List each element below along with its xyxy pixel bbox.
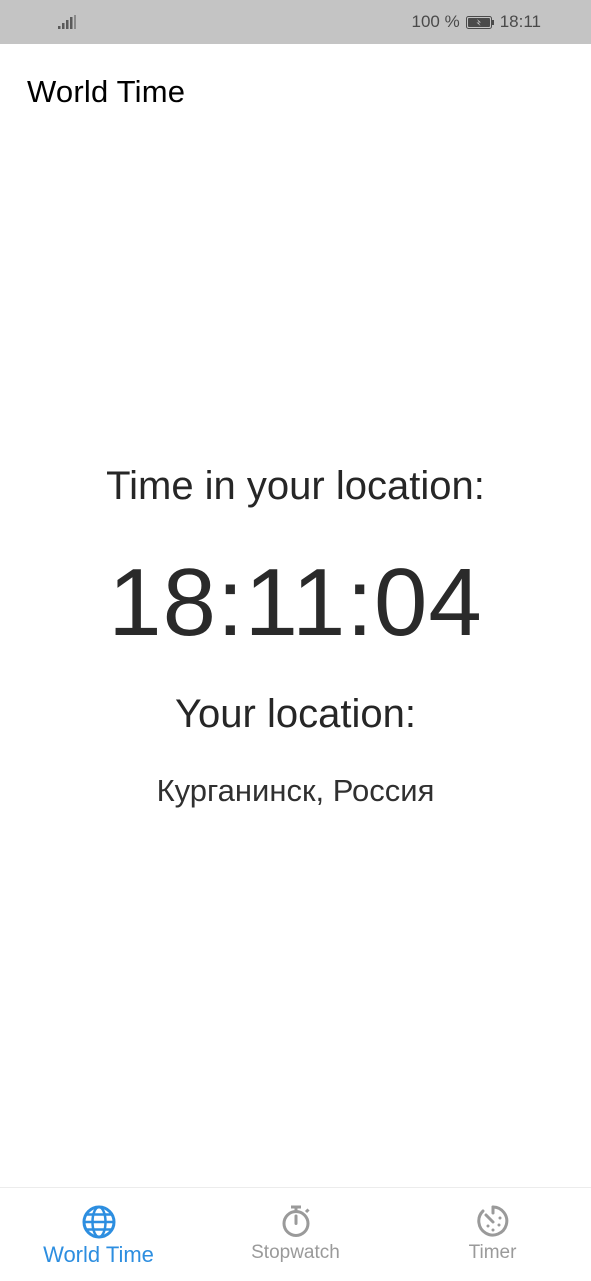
- page-title: World Time: [27, 74, 186, 109]
- nav-stopwatch[interactable]: Stopwatch: [197, 1188, 394, 1281]
- status-time: 18:11: [499, 12, 541, 31]
- signal-icon: [58, 15, 76, 29]
- nav-world-time[interactable]: World Time: [0, 1188, 197, 1281]
- battery-percent: 100 %: [411, 12, 460, 31]
- location-value: Курганинск, Россия: [156, 773, 435, 808]
- timer-icon: [476, 1205, 508, 1237]
- globe-icon: [82, 1205, 115, 1239]
- battery-icon: [465, 15, 494, 29]
- status-bar: 100 % 18:11: [0, 0, 591, 44]
- nav-world-time-label: World Time: [43, 1242, 154, 1267]
- nav-timer-label: Timer: [468, 1242, 517, 1263]
- location-heading: Your location:: [175, 692, 416, 736]
- bottom-nav: World Time Stopwatch Timer: [0, 1187, 591, 1281]
- nav-timer[interactable]: Timer: [394, 1188, 591, 1281]
- nav-stopwatch-label: Stopwatch: [251, 1242, 340, 1263]
- current-time: 18:11:04: [108, 549, 483, 656]
- time-heading: Time in your location:: [106, 464, 485, 508]
- stopwatch-icon: [282, 1205, 310, 1237]
